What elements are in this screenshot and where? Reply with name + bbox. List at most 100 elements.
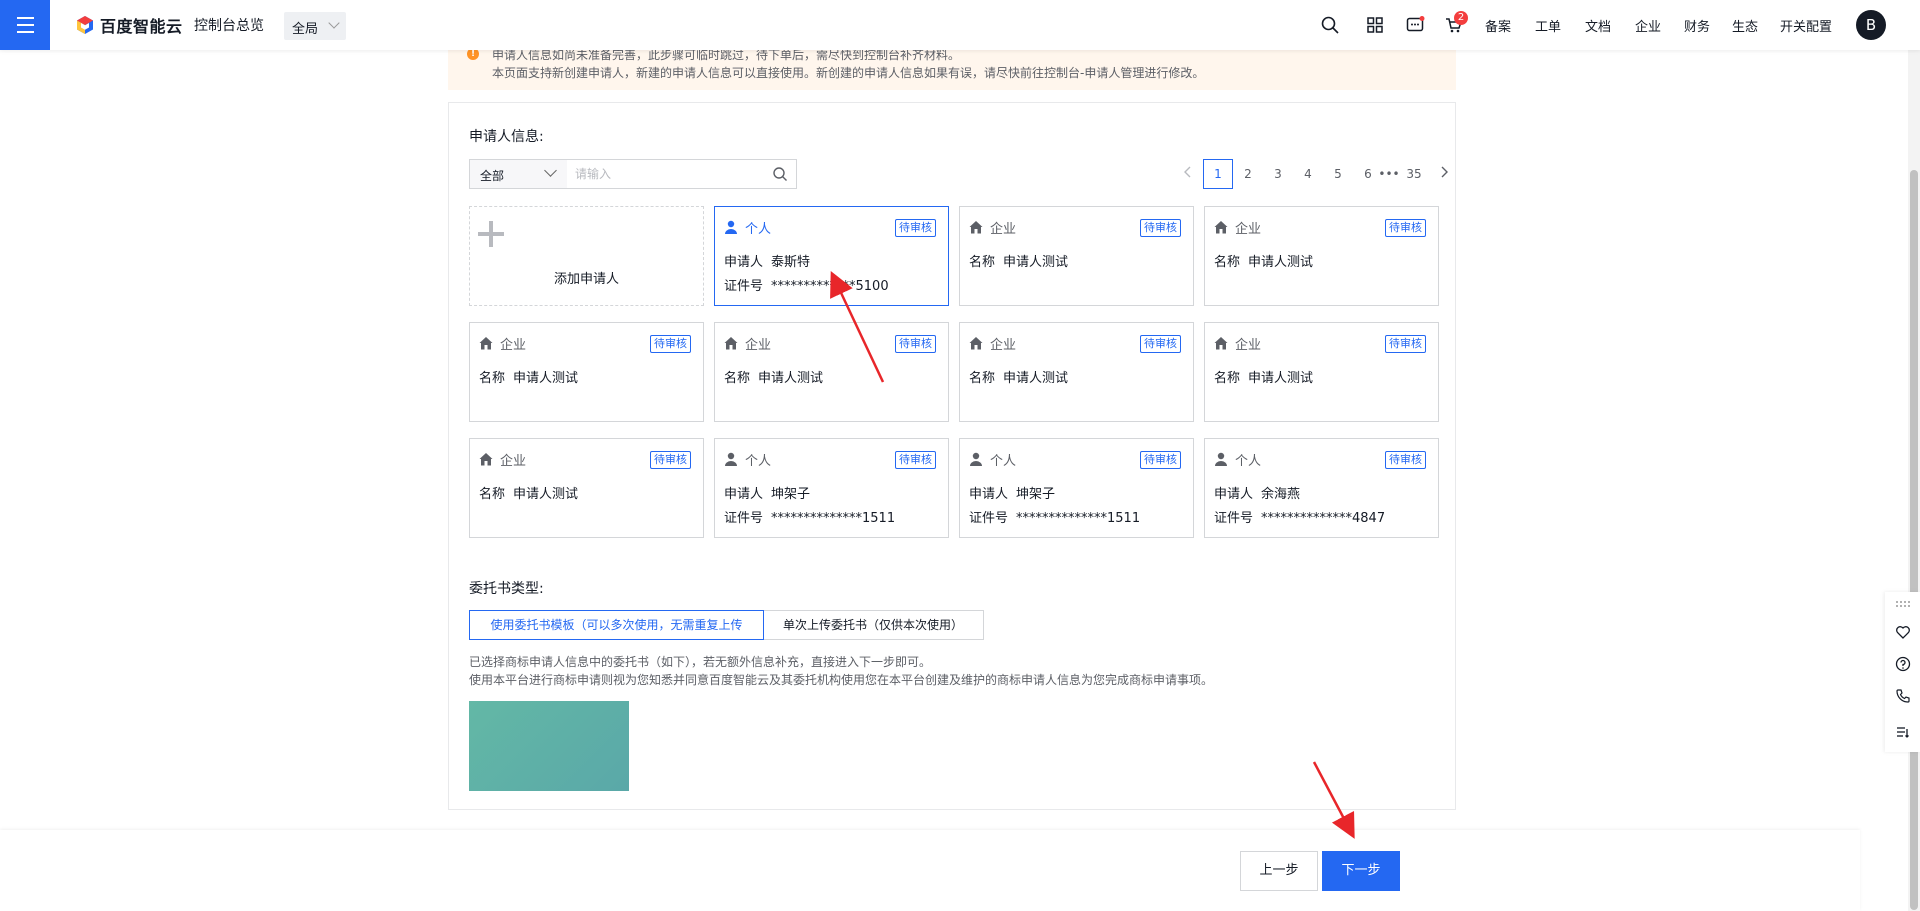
applicant-card[interactable]: 企业 待审核名称 申请人测试 [959,206,1194,306]
applicant-card[interactable]: 企业 待审核 名称 申请人测试 [469,322,704,422]
nav-link-switch-config[interactable]: 开关配置 [1780,16,1832,35]
applicant-card[interactable]: 个人 待审核 申请人 坤架子 证件号 **************1511 [714,438,949,538]
card-field-key: 名称 [479,487,506,502]
card-field-key: 证件号 [724,279,764,294]
page-button-1[interactable]: 1 [1203,159,1233,189]
applicant-card[interactable]: 企业 待审核 名称 申请人测试 [1204,206,1439,306]
hamburger-icon-line [17,31,34,33]
building-icon [1213,335,1229,351]
cart-count-badge: 2 [1454,11,1468,25]
prev-page-button[interactable] [1173,159,1203,189]
message-icon[interactable] [1405,15,1425,35]
step-footer: 上一步 下一步 [0,830,1860,911]
feedback-list-icon[interactable] [1895,724,1911,740]
applicant-type-select[interactable]: 全部 [470,160,567,188]
person-icon [723,451,739,467]
card-type-label: 企业 [745,337,772,353]
nav-link-beian[interactable]: 备案 [1485,16,1511,35]
card-field-value: 泰斯特 [771,255,811,270]
page-button-4[interactable]: 4 [1293,159,1323,189]
entrust-option-upload[interactable]: 单次上传委托书（仅供本次使用） [763,610,984,640]
card-field-value: 申请人测试 [1248,255,1314,270]
prev-step-button[interactable]: 上一步 [1240,851,1318,891]
applicant-card[interactable]: 企业 待审核 名称 申请人测试 [714,322,949,422]
card-field-value: 申请人测试 [1248,371,1314,386]
card-type-label: 企业 [990,221,1017,237]
card-type-label: 企业 [990,337,1017,353]
page-ellipsis[interactable]: ••• [1377,159,1401,189]
product-grid-icon[interactable] [1365,15,1385,35]
page-button-3[interactable]: 3 [1263,159,1293,189]
card-field-key: 证件号 [969,511,1009,526]
status-badge: 待审核 [895,451,936,469]
status-badge: 待审核 [1385,219,1426,237]
page-button-2[interactable]: 2 [1233,159,1263,189]
card-field-value: **************4847 [1261,511,1386,526]
applicant-card[interactable]: 企业 待审核 名称 申请人测试 [1204,322,1439,422]
applicant-search-input[interactable] [567,160,767,188]
entrust-option-template[interactable]: 使用委托书模板（可以多次使用，无需重复上传 [469,610,764,640]
nav-link-finance[interactable]: 财务 [1684,16,1710,35]
hamburger-icon-line [17,24,34,26]
card-row-primary: 名称 申请人测试 [1214,367,1313,386]
card-row-primary: 名称 申请人测试 [969,251,1068,270]
notice-text-line2: 本页面支持新创建申请人，新建的申请人信息可以直接使用。新创建的申请人信息如果有误… [492,66,1205,80]
status-badge: 待审核 [895,335,936,353]
nav-link-ecosystem[interactable]: 生态 [1732,16,1758,35]
card-header: 企业 [968,335,1017,353]
card-field-key: 申请人 [969,487,1009,502]
status-badge: 待审核 [1385,335,1426,353]
status-badge: 待审核 [650,451,691,469]
applicant-card[interactable]: 个人 待审核 申请人 坤架子 证件号 **************1511 [959,438,1194,538]
card-type-label: 个人 [1235,453,1262,469]
phone-icon[interactable] [1895,688,1911,704]
next-page-button[interactable] [1429,159,1459,189]
applicant-card[interactable]: 个人 待审核 申请人 余海燕 证件号 **************4847 [1204,438,1439,538]
top-navigation-bar: 百度智能云 控制台总览 全局 2 备案 工单 文档 企业 财务 生态 开关配置 … [0,0,1920,50]
status-badge: 待审核 [1140,335,1181,353]
chevron-right-icon [1441,166,1448,178]
building-icon [968,335,984,351]
menu-button[interactable] [0,0,50,50]
drag-handle-icon[interactable] [1895,596,1911,612]
card-type-label: 个人 [990,453,1017,469]
applicant-card[interactable]: 企业 待审核 名称 申请人测试 [469,438,704,538]
page-scrollbar-thumb[interactable] [1910,170,1918,910]
card-field-value: 余海燕 [1261,487,1301,502]
hamburger-icon [17,17,34,19]
heart-icon[interactable] [1895,624,1911,640]
card-field-value: 申请人测试 [1003,255,1069,270]
status-badge: 待审核 [1140,219,1181,237]
card-field-key: 名称 [969,371,996,386]
nav-link-docs[interactable]: 文档 [1585,16,1611,35]
search-icon[interactable] [1320,15,1340,35]
user-avatar[interactable]: B [1856,10,1886,40]
add-applicant-card[interactable]: 添加申请人 [469,206,704,306]
card-type-label: 企业 [500,453,527,469]
search-icon[interactable] [772,166,788,182]
card-field-value: **************1511 [771,511,896,526]
building-icon [478,451,494,467]
console-overview-link[interactable]: 控制台总览 [194,15,264,35]
next-step-button[interactable]: 下一步 [1322,851,1400,891]
region-selector[interactable]: 全局 [284,12,346,40]
entrust-document-thumbnail[interactable] [469,701,629,791]
page-button-last[interactable]: 35 [1399,159,1429,189]
card-field-value: **************1511 [1016,511,1141,526]
card-field-value: 申请人测试 [513,371,579,386]
card-row-primary: 申请人 泰斯特 [724,251,810,270]
brand-logo[interactable]: 百度智能云 [75,13,183,37]
applicant-card[interactable]: 个人 待审核 申请人 泰斯特 证件号 *************5100 [714,206,949,306]
building-icon [1213,219,1229,235]
cloud-logo-icon [77,16,93,34]
applicant-section-title: 申请人信息: [469,129,544,145]
nav-link-ticket[interactable]: 工单 [1535,16,1561,35]
help-icon[interactable] [1895,656,1911,672]
person-icon [968,451,984,467]
status-badge: 待审核 [1140,451,1181,469]
page-button-5[interactable]: 5 [1323,159,1353,189]
applicant-card[interactable]: 企业 待审核 名称 申请人测试 [959,322,1194,422]
card-field-key: 申请人 [724,255,764,270]
person-icon [723,219,739,235]
nav-link-enterprise[interactable]: 企业 [1635,16,1661,35]
